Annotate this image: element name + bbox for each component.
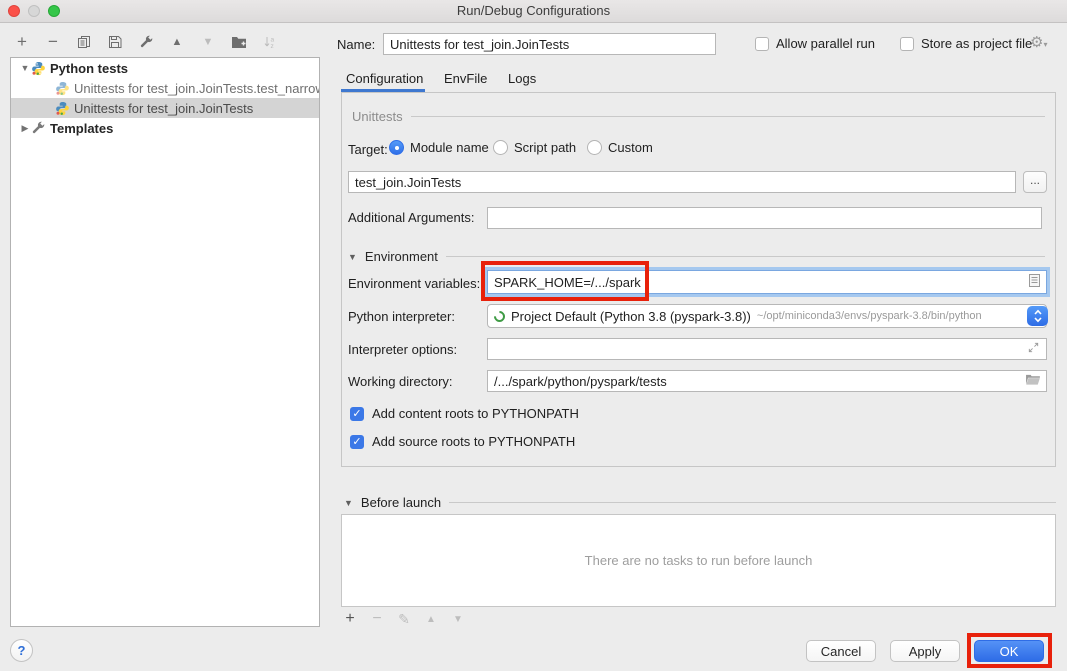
chevron-right-icon[interactable]: ▶ (19, 123, 31, 134)
move-up-icon: ▲ (424, 611, 438, 627)
configurations-tree: ▼ Python tests Unittests for test_join.J… (10, 57, 320, 627)
unittests-group-header: Unittests (352, 109, 1045, 124)
environment-group-header[interactable]: ▼ Environment (348, 249, 1045, 264)
combo-chevrons-icon[interactable] (1027, 306, 1048, 326)
run-debug-configurations-dialog: Run/Debug Configurations + − ▲ ▼ az ▼ Py (0, 0, 1067, 671)
tree-item-label: Python tests (50, 61, 128, 76)
tree-item-label: Templates (50, 121, 113, 136)
radio-icon[interactable] (587, 140, 602, 155)
window-title: Run/Debug Configurations (0, 3, 1067, 18)
python-test-icon (55, 81, 70, 96)
edit-templates-wrench-icon[interactable] (138, 34, 154, 50)
chevron-down-icon[interactable]: ▼ (344, 498, 353, 508)
add-content-roots-checkbox[interactable]: ✓ Add content roots to PYTHONPATH (350, 406, 579, 421)
interpreter-options-input[interactable] (487, 338, 1047, 360)
allow-parallel-run-checkbox[interactable]: Allow parallel run (755, 36, 875, 51)
python-test-icon (55, 101, 70, 116)
interpreter-path: ~/opt/miniconda3/envs/pyspark-3.8/bin/py… (757, 310, 1020, 322)
checkbox-checked-icon[interactable]: ✓ (350, 407, 364, 421)
environment-variables-input[interactable]: SPARK_HOME=/.../spark (487, 270, 1047, 294)
browse-variables-icon[interactable] (1029, 274, 1040, 290)
working-directory-input[interactable]: /.../spark/python/pyspark/tests (487, 370, 1047, 392)
wrench-icon (31, 121, 46, 136)
interpreter-options-label: Interpreter options: (348, 342, 457, 357)
remove-icon[interactable]: − (45, 34, 61, 50)
allow-parallel-run-label: Allow parallel run (776, 36, 875, 51)
add-icon[interactable]: + (14, 34, 30, 50)
copy-icon[interactable] (76, 34, 92, 50)
tab-configuration[interactable]: Configuration (346, 71, 423, 91)
tree-item-unittests-jointests[interactable]: Unittests for test_join.JoinTests (11, 98, 319, 118)
target-input[interactable]: test_join.JoinTests (348, 171, 1016, 193)
store-as-project-file-label: Store as project file (921, 36, 1032, 51)
name-input[interactable]: Unittests for test_join.JoinTests (383, 33, 716, 55)
browse-button[interactable]: ... (1023, 171, 1047, 193)
tree-item-label: Unittests for test_join.JoinTests (74, 101, 253, 116)
checkbox-checked-icon[interactable]: ✓ (350, 435, 364, 449)
move-down-icon: ▼ (451, 611, 465, 627)
radio-module-name[interactable]: Module name (389, 140, 489, 155)
chevron-down-icon[interactable]: ▼ (348, 252, 357, 262)
move-down-icon: ▼ (200, 34, 216, 50)
move-up-icon[interactable]: ▲ (169, 34, 185, 50)
cancel-button[interactable]: Cancel (806, 640, 876, 662)
additional-arguments-input[interactable] (487, 207, 1042, 229)
checkbox-icon[interactable] (755, 37, 769, 51)
before-launch-task-list: There are no tasks to run before launch (341, 514, 1056, 607)
add-source-roots-checkbox[interactable]: ✓ Add source roots to PYTHONPATH (350, 434, 575, 449)
radio-custom[interactable]: Custom (587, 140, 653, 155)
working-directory-label: Working directory: (348, 374, 453, 389)
tree-item-label: Unittests for test_join.JoinTests.test_n… (74, 81, 319, 96)
configuration-panel: Unittests Target: Module name Script pat… (341, 92, 1056, 467)
conda-environment-icon (492, 308, 508, 324)
gear-icon[interactable]: ⚙▾ (1030, 33, 1047, 51)
tab-envfile[interactable]: EnvFile (444, 71, 487, 91)
add-icon[interactable]: + (343, 611, 357, 627)
radio-icon[interactable] (493, 140, 508, 155)
radio-selected-icon[interactable] (389, 140, 404, 155)
store-as-project-file-checkbox[interactable]: Store as project file (900, 36, 1032, 51)
before-launch-toolbar: + − ✎ ▲ ▼ (343, 611, 465, 627)
chevron-down-icon[interactable]: ▼ (19, 63, 31, 73)
help-button[interactable]: ? (10, 639, 33, 662)
ok-button[interactable]: OK (974, 640, 1044, 662)
additional-arguments-label: Additional Arguments: (348, 210, 474, 225)
save-icon[interactable] (107, 34, 123, 50)
tree-item-unittests-test-narrow[interactable]: Unittests for test_join.JoinTests.test_n… (11, 78, 319, 98)
name-label: Name: (337, 37, 375, 52)
radio-script-path[interactable]: Script path (493, 140, 576, 155)
environment-variables-label: Environment variables: (348, 276, 480, 291)
new-folder-icon[interactable] (231, 34, 247, 50)
python-interpreter-select[interactable]: Project Default (Python 3.8 (pyspark-3.8… (487, 304, 1047, 328)
edit-pencil-icon: ✎ (397, 611, 411, 627)
tree-item-python-tests[interactable]: ▼ Python tests (11, 58, 319, 78)
remove-icon: − (370, 611, 384, 627)
target-label: Target: (348, 142, 388, 157)
apply-button[interactable]: Apply (890, 640, 960, 662)
svg-text:z: z (271, 43, 274, 49)
before-launch-header[interactable]: ▼ Before launch (344, 495, 1056, 510)
sort-alphabetically-icon: az (262, 34, 278, 50)
tree-item-templates[interactable]: ▶ Templates (11, 118, 319, 138)
tab-logs[interactable]: Logs (508, 71, 536, 91)
folder-icon[interactable] (1025, 374, 1040, 389)
title-bar: Run/Debug Configurations (0, 0, 1067, 23)
python-interpreter-label: Python interpreter: (348, 309, 455, 324)
python-icon (31, 61, 46, 76)
configurations-toolbar: + − ▲ ▼ az (14, 31, 278, 53)
before-launch-empty-message: There are no tasks to run before launch (585, 553, 813, 568)
checkbox-icon[interactable] (900, 37, 914, 51)
expand-icon[interactable] (1027, 341, 1040, 357)
